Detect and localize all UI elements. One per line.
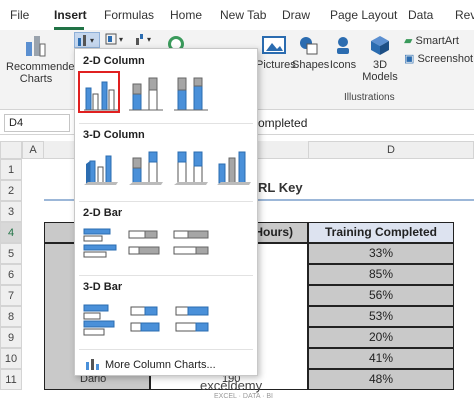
row-header-3[interactable]: 3 (0, 201, 22, 222)
tab-draw[interactable]: Draw (282, 8, 310, 22)
3d-100-stacked-column-icon[interactable] (172, 148, 210, 186)
divider (79, 201, 253, 202)
3d-stacked-bar-icon[interactable] (127, 301, 165, 339)
row-header-11[interactable]: 11 (0, 369, 22, 390)
icons-icon (337, 37, 349, 54)
table-cell[interactable]: 53% (308, 306, 454, 327)
divider (79, 349, 253, 350)
100-stacked-column-icon[interactable] (172, 74, 210, 112)
column-chart-icon: ▾ (78, 35, 94, 46)
pictures-button[interactable]: Pictures (256, 34, 296, 71)
exceldemy-watermark: exceldemy (200, 378, 263, 393)
shapes-button[interactable]: Shapes (292, 34, 330, 71)
more-column-charts-link[interactable]: More Column Charts... (105, 359, 216, 371)
name-box[interactable]: D4 (4, 114, 70, 132)
svg-text:▾: ▾ (119, 35, 123, 44)
table-cell[interactable]: 20% (308, 327, 454, 348)
section-2d-bar: 2-D Bar (83, 207, 123, 219)
table-cell[interactable]: 33% (308, 243, 454, 264)
hierarchy-chart-icon: ▾ (105, 33, 123, 45)
recommended-charts-button[interactable]: Recommended Charts (6, 32, 81, 85)
cube-icon (371, 36, 389, 55)
svg-text:▾: ▾ (90, 36, 94, 45)
tab-review[interactable]: Revi (455, 8, 474, 22)
recommended-charts-icon (26, 36, 46, 57)
svg-text:▾: ▾ (147, 35, 151, 44)
row-header-2[interactable]: 2 (0, 180, 22, 201)
icons-button[interactable]: Icons (328, 34, 358, 71)
waterfall-chart-icon: ▾ (136, 34, 151, 45)
divider (79, 123, 253, 124)
divider (79, 275, 253, 276)
table-cell[interactable]: 56% (308, 285, 454, 306)
clustered-bar-icon[interactable] (82, 225, 120, 263)
screenshot-button[interactable]: ▣ Screenshot (404, 52, 473, 65)
formula-content[interactable]: ompleted (258, 116, 307, 130)
illustrations-group-label: Illustrations (344, 92, 395, 103)
table-cell[interactable]: 85% (308, 264, 454, 285)
row-header-10[interactable]: 10 (0, 348, 22, 369)
tab-insert[interactable]: Insert (54, 8, 87, 22)
recommended-label: Recommended (6, 61, 81, 73)
sheet-title-fragment: RL Key (258, 180, 303, 195)
table-header-d[interactable]: Training Completed (308, 222, 454, 243)
tab-formulas[interactable]: Formulas (104, 8, 154, 22)
stacked-bar-icon[interactable] (127, 225, 165, 263)
charts-label: Charts (19, 73, 53, 85)
picture-icon (262, 36, 286, 54)
table-cell[interactable]: 41% (308, 348, 454, 369)
smartart-label: SmartArt (415, 35, 459, 47)
smartart-button[interactable]: ▰ SmartArt (404, 34, 459, 47)
100-stacked-bar-icon[interactable] (172, 225, 210, 263)
icons-label: Icons (329, 59, 357, 71)
3d-100-stacked-bar-icon[interactable] (172, 301, 210, 339)
3d-models-button[interactable]: 3D Models (360, 34, 400, 83)
screenshot-icon: ▣ (404, 53, 415, 65)
waterfall-chart-button[interactable]: ▾ (134, 32, 160, 48)
section-3d-column: 3-D Column (83, 129, 145, 141)
shapes-label: Shapes (292, 59, 330, 71)
pictures-label: Pictures (256, 59, 296, 71)
3d-clustered-bar-icon[interactable] (82, 301, 120, 339)
row-header-9[interactable]: 9 (0, 327, 22, 348)
column-header-d[interactable]: D (308, 141, 474, 159)
3d-stacked-column-icon[interactable] (127, 148, 165, 186)
column-chart-button[interactable]: ▾ (74, 32, 100, 48)
exceldemy-watermark-sub: EXCEL · DATA · BI (214, 393, 273, 400)
tab-file[interactable]: File (10, 8, 29, 22)
row-header-8[interactable]: 8 (0, 306, 22, 327)
column-header-a[interactable]: A (22, 141, 44, 159)
table-cell[interactable]: 48% (308, 369, 454, 390)
tab-new-tab[interactable]: New Tab (220, 8, 266, 22)
models-label: Models (362, 71, 398, 83)
3d-label: 3D (372, 59, 388, 71)
row-header-7[interactable]: 7 (0, 285, 22, 306)
column-chart-small-icon (86, 359, 99, 370)
stacked-column-icon[interactable] (127, 74, 165, 112)
section-3d-bar: 3-D Bar (83, 281, 123, 293)
row-header-5[interactable]: 5 (0, 243, 22, 264)
clustered-column-icon[interactable] (82, 74, 120, 112)
row-header-4[interactable]: 4 (0, 222, 22, 243)
screenshot-label: Screenshot (417, 53, 474, 65)
tab-data[interactable]: Data (408, 8, 433, 22)
select-all-corner[interactable] (0, 141, 22, 159)
tab-home[interactable]: Home (170, 8, 202, 22)
shapes-icon (300, 37, 318, 55)
column-chart-dropdown: 2-D Column 3-D Column 2-D Bar 3-D Bar Mo… (74, 48, 258, 376)
smartart-icon: ▰ (404, 35, 413, 47)
section-2d-column: 2-D Column (83, 55, 145, 67)
3d-clustered-column-icon[interactable] (82, 148, 120, 186)
row-header-1[interactable]: 1 (0, 159, 22, 180)
tab-page-layout[interactable]: Page Layout (330, 8, 397, 22)
hierarchy-chart-button[interactable]: ▾ (104, 32, 130, 48)
3d-column-icon[interactable] (215, 148, 253, 186)
row-header-6[interactable]: 6 (0, 264, 22, 285)
ribbon-tabs: File Insert Formulas Home New Tab Draw P… (0, 0, 474, 30)
